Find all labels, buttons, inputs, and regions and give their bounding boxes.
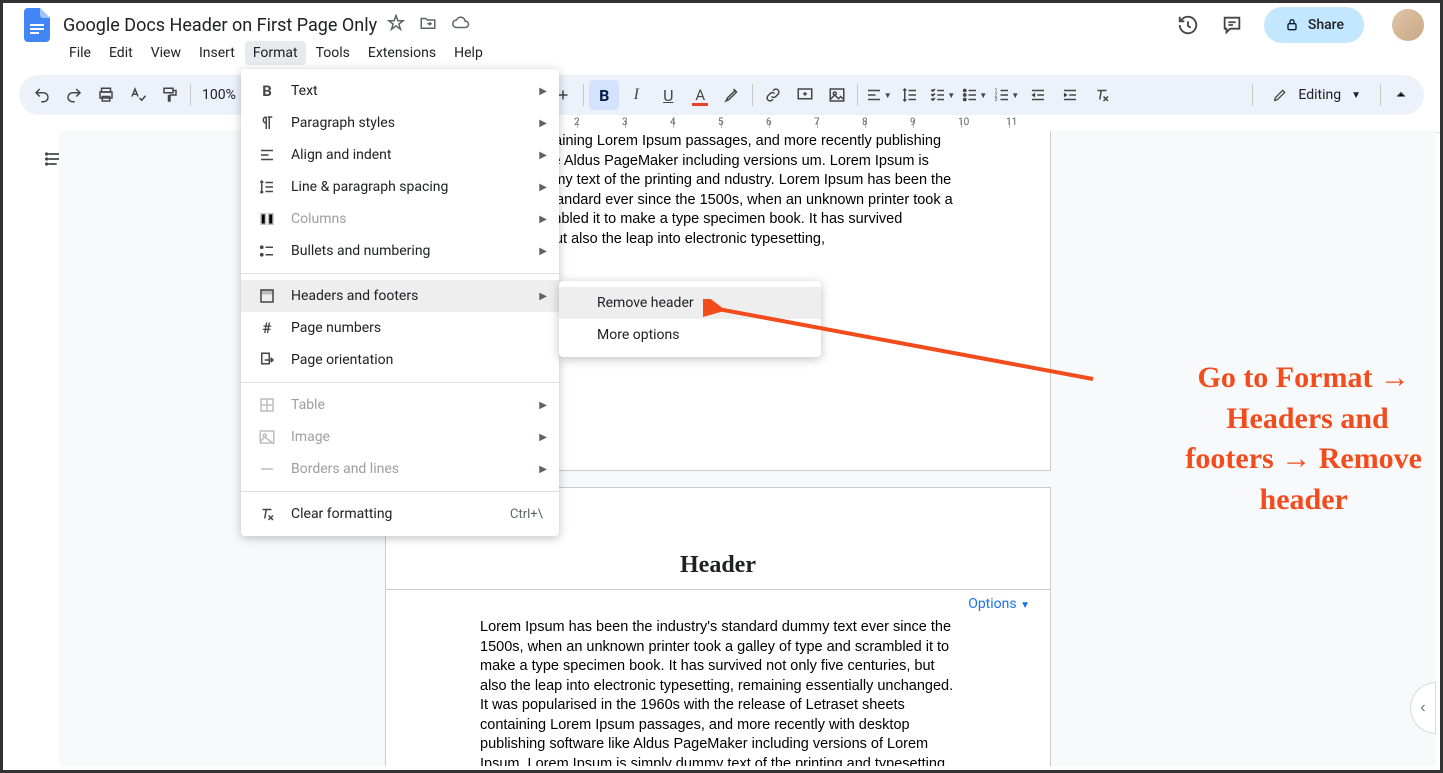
- headers-footers-submenu: Remove headerMore options: [559, 281, 821, 357]
- format-item-page-orientation[interactable]: Page orientation: [241, 344, 559, 376]
- print-button[interactable]: [91, 80, 121, 110]
- submenu-arrow-icon: ▶: [539, 86, 547, 97]
- bold-button[interactable]: B: [589, 80, 619, 110]
- submenu-arrow-icon: ▶: [539, 291, 547, 302]
- star-icon[interactable]: [387, 14, 405, 36]
- submenu-arrow-icon: ▶: [539, 118, 547, 129]
- paragraph-icon: [257, 113, 277, 133]
- align-button[interactable]: ▼: [863, 80, 893, 110]
- columns-icon: [257, 209, 277, 229]
- underline-button[interactable]: U: [653, 80, 683, 110]
- insert-link-button[interactable]: [758, 80, 788, 110]
- menu-format[interactable]: Format: [245, 41, 306, 65]
- header-icon: [257, 286, 277, 306]
- format-item-align-and-indent[interactable]: Align and indent▶: [241, 139, 559, 171]
- paint-format-button[interactable]: [155, 80, 185, 110]
- submenu-arrow-icon: ▶: [539, 182, 547, 193]
- format-menu-dropdown: BText▶Paragraph styles▶Align and indent▶…: [241, 69, 559, 536]
- insert-image-button[interactable]: [822, 80, 852, 110]
- annotation-text: Go to Format → Headers and footers → Rem…: [1185, 358, 1422, 520]
- avatar[interactable]: [1392, 9, 1424, 41]
- numbered-list-button[interactable]: 123▼: [991, 80, 1021, 110]
- format-item-text[interactable]: BText▶: [241, 75, 559, 107]
- menu-insert[interactable]: Insert: [191, 41, 243, 65]
- submenu-arrow-icon: ▶: [539, 432, 547, 443]
- editing-mode-label: Editing: [1298, 87, 1341, 103]
- format-item-page-numbers[interactable]: #Page numbers: [241, 312, 559, 344]
- format-item-table: Table▶: [241, 389, 559, 421]
- toolbar: 100% ▼ B I U A ▼ ▼ ▼ 123▼ Editing ▼: [19, 75, 1424, 115]
- format-item-borders-and-lines: Borders and lines▶: [241, 453, 559, 485]
- menu-extensions[interactable]: Extensions: [360, 41, 444, 65]
- share-button[interactable]: Share: [1264, 7, 1364, 43]
- menu-file[interactable]: File: [61, 41, 99, 65]
- menu-tools[interactable]: Tools: [308, 41, 358, 65]
- format-item-bullets-and-numbering[interactable]: Bullets and numbering▶: [241, 235, 559, 267]
- pagenum-icon: #: [257, 318, 277, 338]
- highlight-button[interactable]: [717, 80, 747, 110]
- orientation-icon: [257, 350, 277, 370]
- history-icon[interactable]: [1176, 13, 1200, 37]
- header-options-button[interactable]: Options ▼: [386, 590, 1050, 618]
- increase-indent-button[interactable]: [1055, 80, 1085, 110]
- cloud-icon[interactable]: [451, 14, 471, 36]
- editing-mode-button[interactable]: Editing ▼: [1258, 87, 1375, 103]
- format-item-line-paragraph-spacing[interactable]: Line & paragraph spacing▶: [241, 171, 559, 203]
- collapse-toolbar-button[interactable]: [1386, 80, 1416, 110]
- submenu-arrow-icon: ▶: [539, 150, 547, 161]
- comments-icon[interactable]: [1220, 13, 1244, 37]
- image-icon: [257, 427, 277, 447]
- format-item-image: Image▶: [241, 421, 559, 453]
- menu-edit[interactable]: Edit: [101, 41, 141, 65]
- italic-button[interactable]: I: [621, 80, 651, 110]
- table-icon: [257, 395, 277, 415]
- bulleted-list-button[interactable]: ▼: [959, 80, 989, 110]
- format-item-headers-and-footers[interactable]: Headers and footers▶: [241, 280, 559, 312]
- format-item-paragraph-styles[interactable]: Paragraph styles▶: [241, 107, 559, 139]
- checklist-button[interactable]: ▼: [927, 80, 957, 110]
- submenu-arrow-icon: ▶: [539, 464, 547, 475]
- share-label: Share: [1308, 17, 1344, 33]
- text-color-button[interactable]: A: [685, 80, 715, 110]
- menu-bar: File Edit View Insert Format Tools Exten…: [3, 39, 1440, 67]
- svg-text:3: 3: [995, 97, 998, 103]
- header-text[interactable]: Header: [480, 552, 956, 579]
- clear-formatting-button[interactable]: [1087, 80, 1117, 110]
- docs-logo[interactable]: [19, 7, 55, 43]
- menu-view[interactable]: View: [143, 41, 189, 65]
- move-icon[interactable]: [419, 14, 437, 36]
- bullets-icon: [257, 241, 277, 261]
- border-icon: [257, 459, 277, 479]
- vertical-ruler[interactable]: [7, 135, 23, 767]
- submenu-item-more-options[interactable]: More options: [559, 319, 821, 351]
- redo-button[interactable]: [59, 80, 89, 110]
- page2-body-text[interactable]: Lorem Ipsum has been the industry's stan…: [386, 618, 1050, 766]
- document-title[interactable]: Google Docs Header on First Page Only: [63, 15, 377, 36]
- align-icon: [257, 145, 277, 165]
- spellcheck-button[interactable]: [123, 80, 153, 110]
- submenu-item-remove-header[interactable]: Remove header: [559, 287, 821, 319]
- format-item-clear-formatting[interactable]: Clear formattingCtrl+\: [241, 498, 559, 530]
- submenu-arrow-icon: ▶: [539, 214, 547, 225]
- line-spacing-button[interactable]: [895, 80, 925, 110]
- submenu-arrow-icon: ▶: [539, 400, 547, 411]
- decrease-indent-button[interactable]: [1023, 80, 1053, 110]
- insert-comment-button[interactable]: [790, 80, 820, 110]
- titlebar: Google Docs Header on First Page Only Sh…: [3, 3, 1440, 39]
- spacing-icon: [257, 177, 277, 197]
- submenu-arrow-icon: ▶: [539, 246, 547, 257]
- undo-button[interactable]: [27, 80, 57, 110]
- menu-help[interactable]: Help: [446, 41, 491, 65]
- format-item-columns: Columns▶: [241, 203, 559, 235]
- bold-icon: B: [257, 81, 277, 101]
- clear-icon: [257, 504, 277, 524]
